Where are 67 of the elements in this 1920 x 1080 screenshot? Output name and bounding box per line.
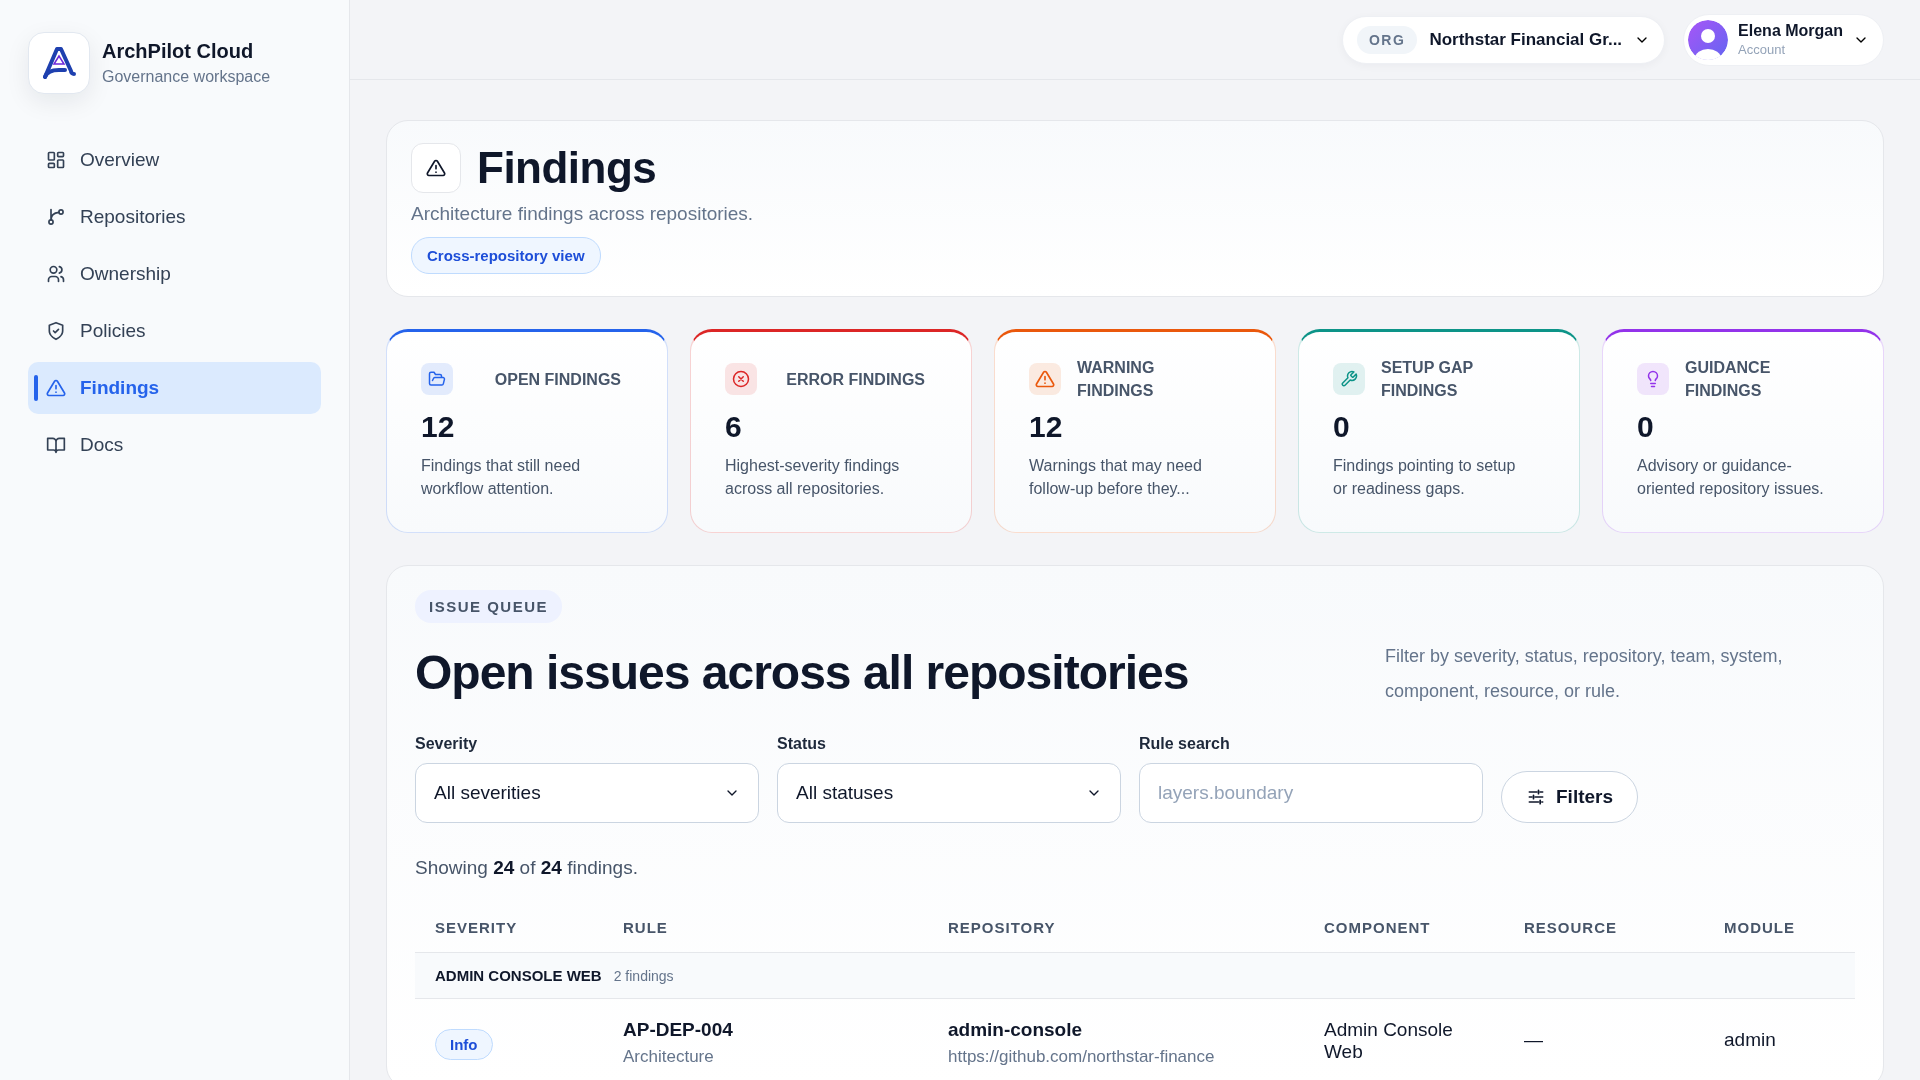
brand-name: ArchPilot Cloud [102,40,255,63]
warning-icon [1035,369,1055,389]
severity-badge: Info [435,1029,493,1060]
filter-label: Severity [415,735,479,753]
stat-value: 0 [1637,410,1655,444]
grid-icon [46,150,66,170]
rule-id: AP-DEP-004 [623,1019,733,1041]
branch-icon [46,207,66,227]
nav-item[interactable]: Ownership [28,248,321,300]
stat-value: 0 [1333,410,1351,444]
stat-value: 12 [1029,410,1064,444]
stat-label: ERROR FINDINGS [786,369,925,390]
repository-url[interactable]: https://github.com/northstar-finance [948,1047,1215,1067]
wrench-icon [1340,370,1358,388]
stat-description: Findings pointing to setup or readiness gaps. [1333,456,1517,499]
section-eyebrow: ISSUE QUEUE [415,590,563,623]
stat-description: Highest-severity findings across all repositories. [725,456,901,499]
nav-item[interactable]: Docs [28,419,321,471]
filter-hint: Filter by severity, status, repository, team, system, component, resource, or rule. [1385,645,1784,703]
filter-label: Rule search [1139,735,1231,753]
repository-name: admin-console [948,1019,1083,1041]
rule-category: Architecture [623,1047,714,1067]
organization-name: Northstar Financial Gr... [1429,29,1623,50]
warning-icon [46,378,66,398]
component-name: Admin Console Web [1324,1019,1454,1063]
filter-select[interactable]: All statuses [777,763,1121,823]
folder-icon [428,370,446,388]
group-count: 2 findings [613,967,674,984]
stat-label: OPEN FINDINGS [494,369,621,390]
module-name: admin [1724,1029,1776,1051]
stat-description: Findings that still need workflow attention. [421,456,582,499]
group-name: ADMIN CONSOLE WEB [435,967,602,984]
stat-label: SETUP GAP FINDINGS [1381,358,1474,401]
shield-icon [46,321,66,341]
organization-selector[interactable]: ORG Northstar Financial Gr... [1342,15,1666,64]
account-menu[interactable]: Elena Morgan Account [1683,13,1884,66]
nav-item[interactable]: Findings [28,362,321,414]
filters-button[interactable]: Filters [1501,771,1639,823]
results-summary: Showing 24 of 24 findings. [415,857,639,879]
sliders-icon [1526,787,1546,807]
book-icon [46,435,66,455]
app-logo [28,32,90,94]
account-name: Elena Morgan [1738,22,1843,40]
error-icon [732,370,750,388]
filter-select[interactable]: All severities [415,763,759,823]
page-subtitle: Architecture findings across repositories. [411,203,755,225]
nav-item[interactable]: Policies [28,305,321,357]
nav-item[interactable]: Overview [28,134,321,186]
nav-item[interactable]: Repositories [28,191,321,243]
stat-label: WARNING FINDINGS [1077,358,1156,401]
resource-value: — [1524,1029,1543,1051]
stat-description: Warnings that may need follow-up before they... [1029,456,1203,499]
org-tag: ORG [1357,25,1418,54]
section-title: Open issues across all repositories [415,645,1189,700]
users-icon [46,264,66,284]
stat-description: Advisory or guidance-oriented repository issues. [1637,456,1825,499]
page-title: Findings [477,143,657,193]
view-chip[interactable]: Cross-repository view [411,237,601,274]
avatar-icon [1688,19,1729,60]
brand-subtitle: Governance workspace [102,68,271,86]
search-field[interactable]: layers.boundary [1139,763,1483,823]
account-caption: Account [1738,42,1786,57]
stat-value: 6 [725,410,743,444]
stat-value: 12 [421,410,456,444]
stat-label: GUIDANCE FINDINGS [1685,358,1772,401]
filter-label: Status [777,735,827,753]
warning-icon [426,158,446,178]
